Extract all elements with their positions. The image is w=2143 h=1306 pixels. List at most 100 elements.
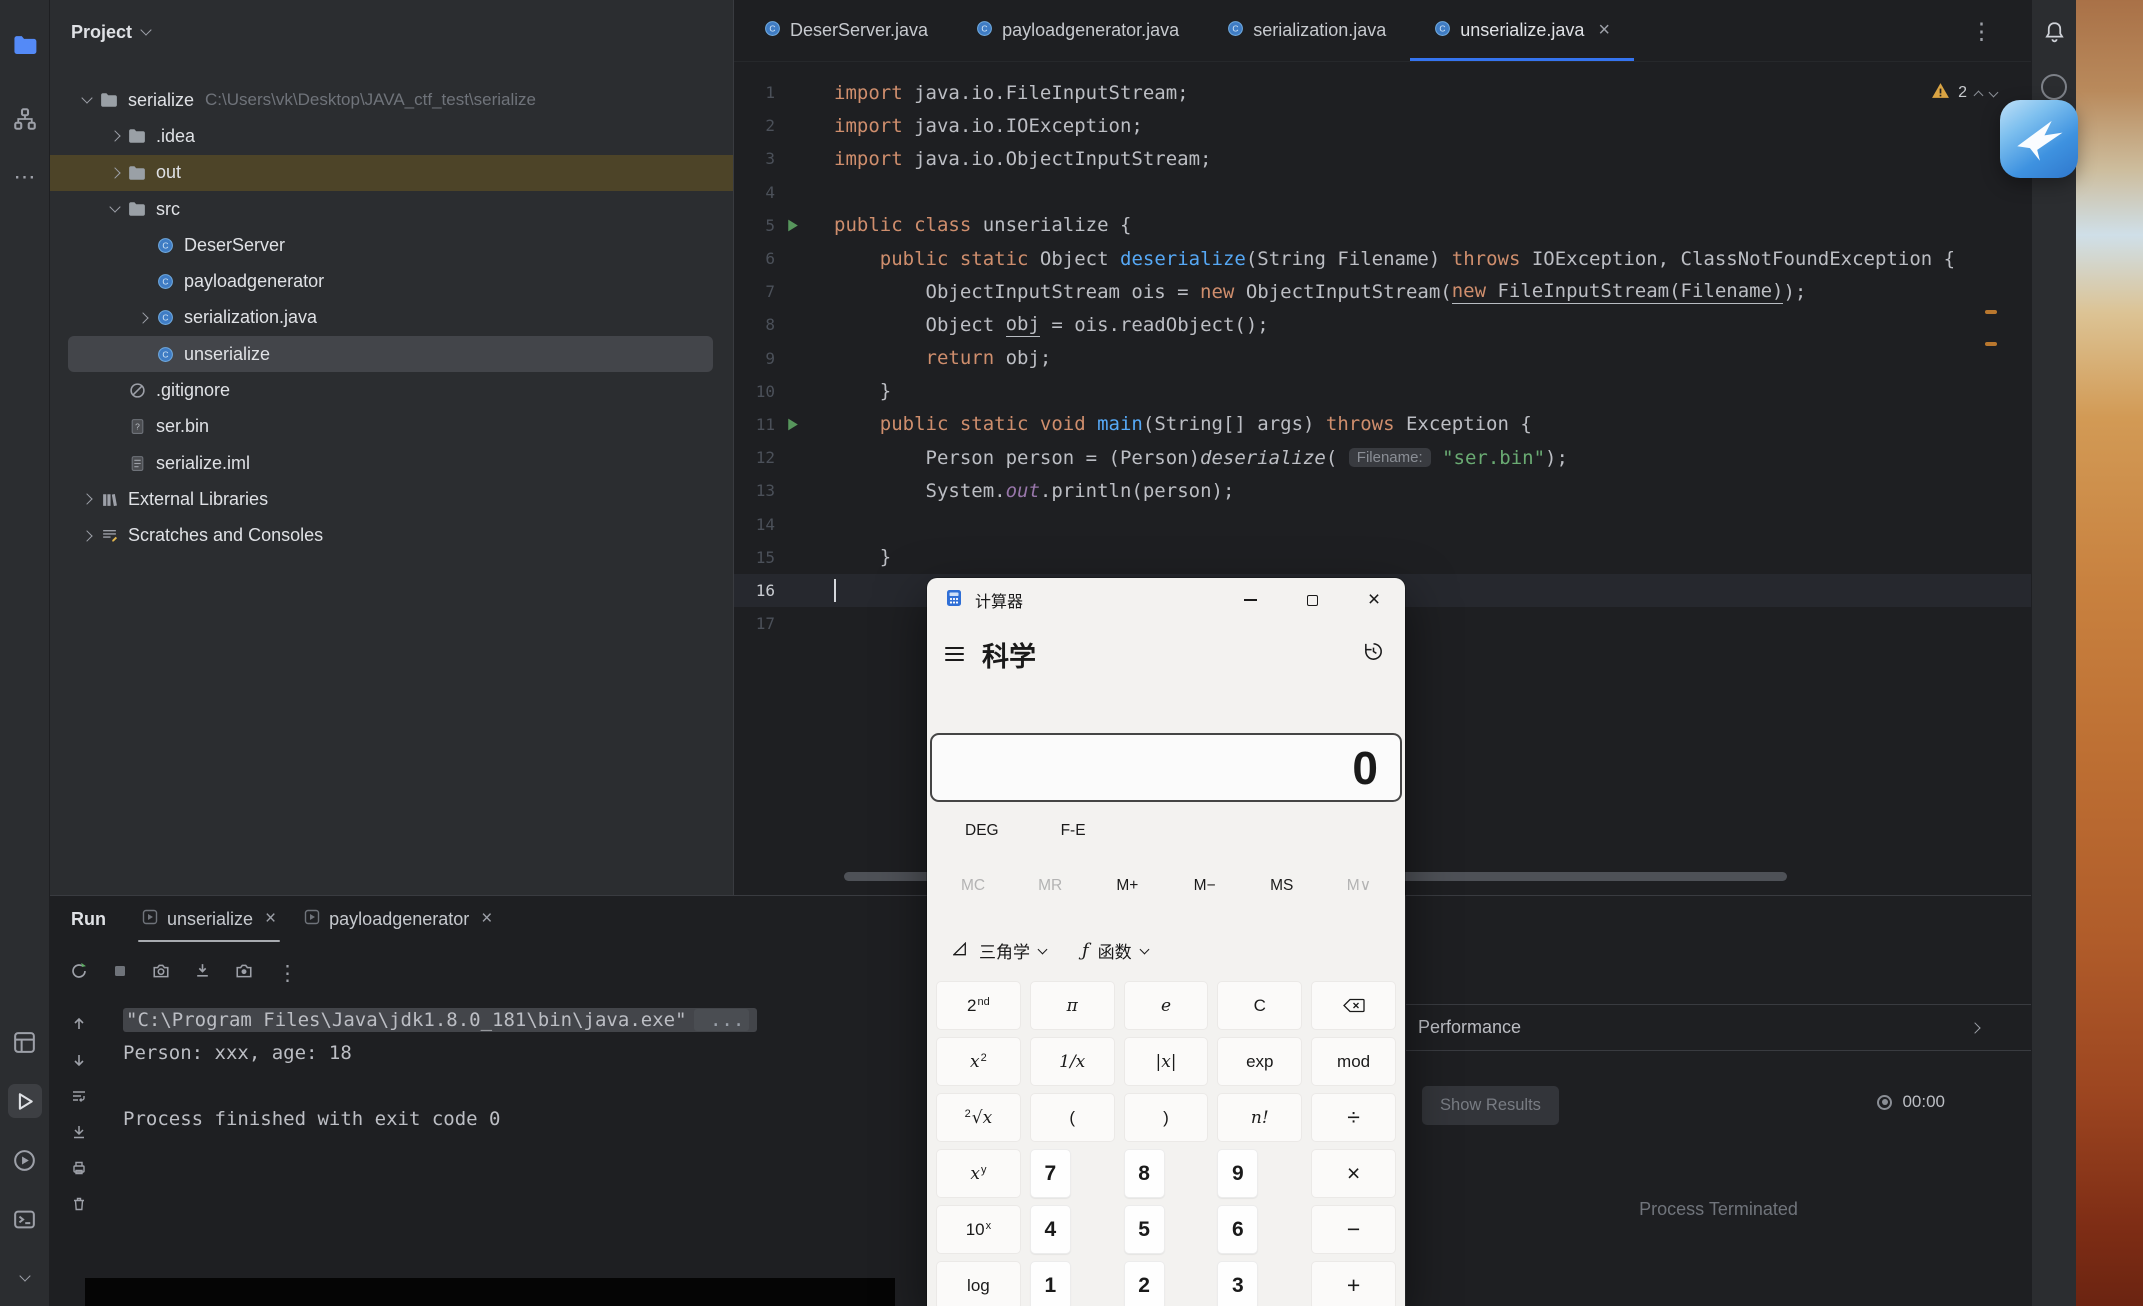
tree-item-src[interactable]: src [50,191,733,227]
key-[interactable]: − [1311,1205,1396,1254]
key-backspace[interactable] [1311,981,1396,1030]
terminal-tool-icon[interactable] [8,1202,42,1236]
screenshot-icon[interactable] [152,962,170,985]
scroll-to-end-icon[interactable] [71,1124,87,1145]
angle-unit-button[interactable]: DEG [957,818,1007,844]
editor-tab-payloadgenerator-java[interactable]: Cpayloadgenerator.java [952,0,1203,61]
more-tools-icon[interactable]: ⋯ [8,160,42,194]
services-tool-icon[interactable] [8,1025,42,1059]
warning-stripe-mark[interactable] [1985,342,1997,346]
key-6[interactable]: 6 [1217,1205,1259,1254]
chevron-right-icon[interactable] [131,312,155,324]
memory-button-mc[interactable]: MC [945,870,1001,901]
structure-tool-icon[interactable] [8,102,42,136]
fe-button[interactable]: F-E [1053,818,1094,844]
memory-button-m[interactable]: M− [1177,870,1233,901]
key-2[interactable]: 2 [1123,1261,1165,1306]
key-8[interactable]: 8 [1123,1149,1165,1198]
dump-threads-icon[interactable] [194,962,211,984]
key-[interactable]: ) [1123,1093,1209,1142]
key-x[interactable]: xy [936,1149,1021,1198]
key-[interactable]: + [1311,1261,1396,1306]
warning-stripe-mark[interactable] [1985,310,1997,314]
run-line-icon[interactable] [775,416,834,433]
toolbar-kebab-icon[interactable]: ⋮ [277,961,298,986]
down-stack-trace-icon[interactable] [71,1052,87,1073]
chevron-right-icon[interactable] [75,530,99,542]
run-tab-unserialize[interactable]: unserialize × [128,896,290,942]
tree-item-serialize[interactable]: serialize C:\Users\vk\Desktop\JAVA_ctf_te… [50,82,733,118]
chevron-right-icon[interactable] [1969,1022,1981,1034]
history-icon[interactable] [1362,640,1385,668]
run-tab-payloadgenerator[interactable]: payloadgenerator × [290,896,506,942]
memory-button-m[interactable]: M+ [1099,870,1155,901]
performance-section-header[interactable]: Performance [1406,1004,2031,1051]
tree-item-idea[interactable]: .idea [50,118,733,154]
key-x[interactable]: x2 [936,1037,1021,1086]
key-[interactable]: π [1029,981,1115,1030]
project-tool-icon[interactable] [8,28,42,62]
key-[interactable]: × [1311,1149,1396,1198]
key-10[interactable]: 10 x [936,1205,1021,1254]
key-e[interactable]: e [1123,981,1209,1030]
maximize-button[interactable] [1281,578,1343,622]
chevron-down-icon[interactable] [140,24,152,36]
tree-item-scratches-and-consoles[interactable]: Scratches and Consoles [50,518,733,554]
more-bottom-chevron-icon[interactable] [8,1261,42,1295]
run-tool-icon[interactable] [7,1084,42,1118]
key-x[interactable]: |x| [1123,1037,1209,1086]
memory-button-mr[interactable]: MR [1022,870,1078,901]
tree-item-out[interactable]: out [50,154,733,191]
project-panel-title[interactable]: Project [71,22,132,43]
tab-options-kebab-icon[interactable]: ⋮ [1970,0,1993,62]
key-3[interactable]: 3 [1217,1261,1259,1306]
run-line-icon[interactable] [775,217,834,234]
key-4[interactable]: 4 [1029,1205,1071,1254]
up-stack-trace-icon[interactable] [71,1016,87,1037]
profiler-tool-icon[interactable] [8,1143,42,1177]
tree-item-gitignore[interactable]: .gitignore [50,372,733,408]
show-results-button[interactable]: Show Results [1422,1086,1559,1125]
close-button[interactable]: × [1343,578,1405,622]
menu-hamburger-icon[interactable] [945,643,964,665]
editor-tab-unserialize-java[interactable]: Cunserialize.java × [1410,0,1634,61]
clear-console-icon[interactable] [71,1196,87,1217]
tree-item-unserialize[interactable]: Cunserialize [68,336,713,373]
memory-button-m[interactable]: M∨ [1331,870,1387,901]
tree-item-serialize-iml[interactable]: serialize.iml [50,445,733,481]
tree-item-ser-bin[interactable]: ? ser.bin [50,409,733,445]
calculator-titlebar[interactable]: 计算器 × [927,578,1405,622]
notifications-bell-icon[interactable] [2042,20,2067,50]
code-area[interactable]: 1 import java.io.FileInputStream; 2 import … [734,62,2031,640]
tree-item-serialization-java[interactable]: Cserialization.java [50,300,733,336]
chevron-down-icon[interactable] [103,201,127,213]
chevron-right-icon[interactable] [103,167,127,179]
close-tab-icon[interactable]: × [265,908,276,930]
close-tab-icon[interactable]: × [481,908,492,930]
minimize-button[interactable] [1219,578,1281,622]
tree-item-deserserver[interactable]: C DeserServer [50,227,733,263]
key-1[interactable]: 1 [1029,1261,1071,1306]
editor-tab-deserserver-java[interactable]: C DeserServer.java [740,0,952,61]
snapshot-icon[interactable] [235,962,253,985]
key-9[interactable]: 9 [1217,1149,1259,1198]
close-tab-icon[interactable]: × [1598,19,1610,42]
memory-button-ms[interactable]: MS [1254,870,1310,901]
tree-item-external-libraries[interactable]: External Libraries [50,481,733,517]
key-n[interactable]: n! [1217,1093,1303,1142]
chevron-right-icon[interactable] [103,130,127,143]
tree-item-payloadgenerator[interactable]: Cpayloadgenerator [50,263,733,299]
key-x[interactable]: 2 √x [936,1093,1021,1142]
folded-text[interactable]: ... [693,1008,750,1031]
ai-assistant-icon[interactable] [2041,74,2067,100]
console-output[interactable]: "C:\Program Files\Java\jdk1.8.0_181\bin\… [123,1003,758,1135]
key-2[interactable]: 2nd [936,981,1021,1030]
key-[interactable]: ÷ [1311,1093,1396,1142]
print-icon[interactable] [71,1160,87,1181]
key-c[interactable]: C [1217,981,1303,1030]
key-log[interactable]: log [936,1261,1021,1306]
key-1-x[interactable]: 1/x [1029,1037,1115,1086]
key-7[interactable]: 7 [1029,1149,1071,1198]
stop-icon[interactable] [112,963,128,984]
editor-tab-serialization-java[interactable]: Cserialization.java [1203,0,1410,61]
